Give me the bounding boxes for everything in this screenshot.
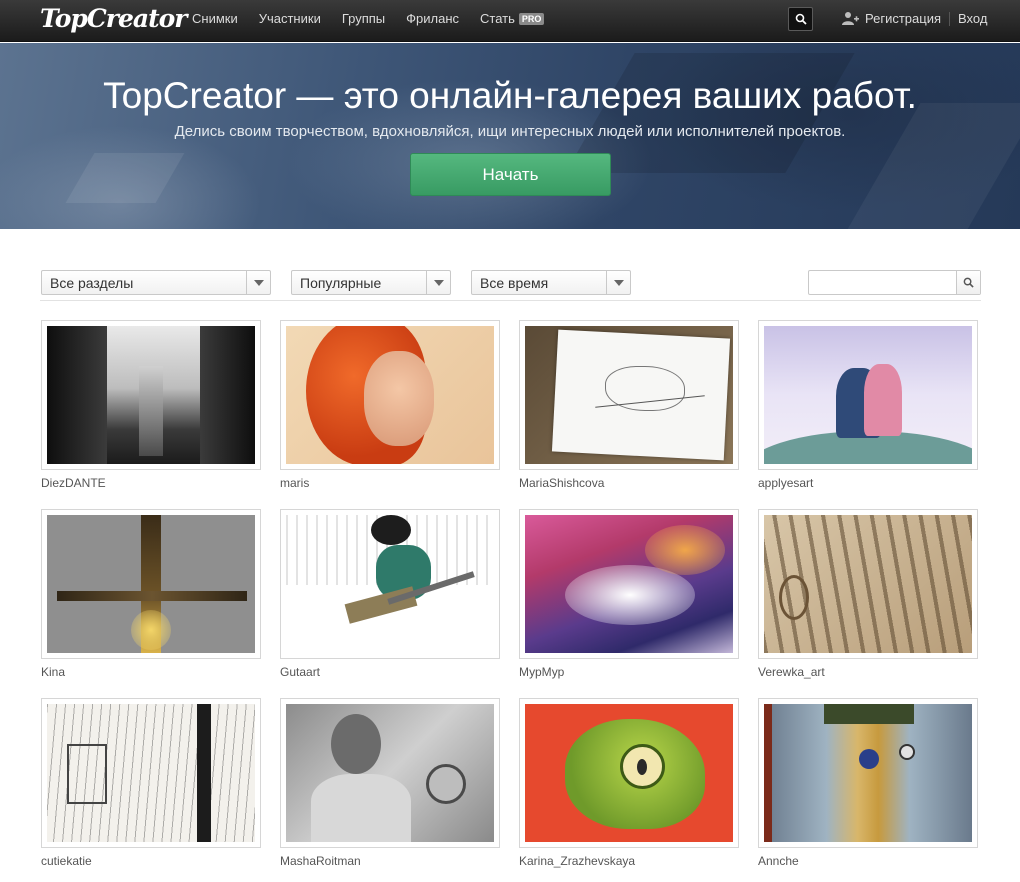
author-link[interactable]: DiezDANTE (41, 476, 261, 490)
artwork-thumbnail[interactable] (280, 698, 500, 848)
artwork-thumbnail[interactable] (41, 698, 261, 848)
artwork-thumbnail[interactable] (280, 320, 500, 470)
chevron-down-icon[interactable] (426, 271, 450, 294)
artwork-image (286, 704, 494, 842)
hero-background-shape (839, 103, 1020, 229)
artwork-image (525, 326, 733, 464)
gallery-card: MariaShishcova (519, 320, 739, 490)
author-link[interactable]: Annche (758, 854, 978, 868)
top-navigation-bar: TopCreator Снимки Участники Группы Фрила… (0, 0, 1020, 42)
section-select-value: Все разделы (50, 275, 134, 291)
artwork-image (286, 515, 494, 653)
artwork-image (47, 326, 255, 464)
artwork-image (47, 704, 255, 842)
pro-badge: PRO (518, 12, 545, 25)
gallery-card: cutiekatie (41, 698, 261, 868)
artwork-thumbnail[interactable] (280, 509, 500, 659)
add-user-icon (842, 11, 859, 26)
artwork-thumbnail[interactable] (758, 320, 978, 470)
artwork-image (286, 326, 494, 464)
author-link[interactable]: Gutaart (280, 665, 500, 679)
period-select-value: Все время (480, 275, 549, 291)
gallery-card: Verewka_art (758, 509, 978, 679)
artwork-thumbnail[interactable] (41, 509, 261, 659)
nav-item-freelance[interactable]: Фриланс (406, 11, 459, 26)
artwork-image (764, 326, 972, 464)
artwork-thumbnail[interactable] (519, 320, 739, 470)
nav-item-become-label: Стать (480, 11, 515, 26)
artwork-thumbnail[interactable] (519, 509, 739, 659)
sort-select-value: Популярные (300, 275, 382, 291)
author-link[interactable]: MariaShishcova (519, 476, 739, 490)
gallery-card: Gutaart (280, 509, 500, 679)
main-nav: Снимки Участники Группы Фриланс Стать PR… (192, 11, 565, 26)
artwork-image (764, 515, 972, 653)
start-button[interactable]: Начать (410, 153, 611, 196)
author-link[interactable]: Verewka_art (758, 665, 978, 679)
nav-divider (949, 11, 950, 26)
login-link[interactable]: Вход (958, 11, 987, 26)
site-logo[interactable]: TopCreator (40, 4, 187, 33)
period-select[interactable]: Все время (471, 270, 631, 295)
author-link[interactable]: cutiekatie (41, 854, 261, 868)
auth-links: Регистрация Вход (842, 11, 987, 26)
nav-item-members[interactable]: Участники (259, 11, 321, 26)
sort-select[interactable]: Популярные (291, 270, 451, 295)
header-search-button[interactable] (788, 7, 813, 31)
artwork-thumbnail[interactable] (758, 509, 978, 659)
artwork-thumbnail[interactable] (519, 698, 739, 848)
artwork-image (525, 704, 733, 842)
nav-item-photos[interactable]: Снимки (192, 11, 238, 26)
hero-subtitle: Делись своим творчеством, вдохновляйся, … (174, 123, 846, 140)
hero-title: TopCreator — это онлайн-галерея ваших ра… (103, 75, 917, 116)
author-link[interactable]: МурМур (519, 665, 739, 679)
artwork-image (525, 515, 733, 653)
author-link[interactable]: Kina (41, 665, 261, 679)
search-icon (963, 277, 974, 288)
section-select[interactable]: Все разделы (41, 270, 271, 295)
gallery-card: maris (280, 320, 500, 490)
chevron-down-icon[interactable] (606, 271, 630, 294)
register-link[interactable]: Регистрация (865, 11, 941, 26)
gallery-card: МурМур (519, 509, 739, 679)
author-link[interactable]: Karina_Zrazhevskaya (519, 854, 739, 868)
gallery-card: DiezDANTE (41, 320, 261, 490)
nav-item-groups[interactable]: Группы (342, 11, 385, 26)
author-link[interactable]: applyesart (758, 476, 978, 490)
author-link[interactable]: maris (280, 476, 500, 490)
artwork-thumbnail[interactable] (758, 698, 978, 848)
gallery-card: Karina_Zrazhevskaya (519, 698, 739, 868)
artwork-thumbnail[interactable] (41, 320, 261, 470)
chevron-down-icon[interactable] (246, 271, 270, 294)
artwork-image (764, 704, 972, 842)
gallery-card: Annche (758, 698, 978, 868)
gallery-search (808, 270, 981, 295)
filters-divider (40, 300, 981, 301)
search-icon (795, 13, 807, 25)
gallery-card: applyesart (758, 320, 978, 490)
gallery-card: Kina (41, 509, 261, 679)
gallery-search-button[interactable] (956, 271, 980, 294)
author-link[interactable]: MashaRoitman (280, 854, 500, 868)
artwork-image (47, 515, 255, 653)
nav-item-become-pro[interactable]: Стать PRO (480, 11, 545, 26)
gallery-search-input[interactable] (809, 271, 957, 294)
gallery-card: MashaRoitman (280, 698, 500, 868)
hero-background-shape (65, 153, 185, 203)
hero-banner: TopCreator — это онлайн-галерея ваших ра… (0, 43, 1020, 229)
